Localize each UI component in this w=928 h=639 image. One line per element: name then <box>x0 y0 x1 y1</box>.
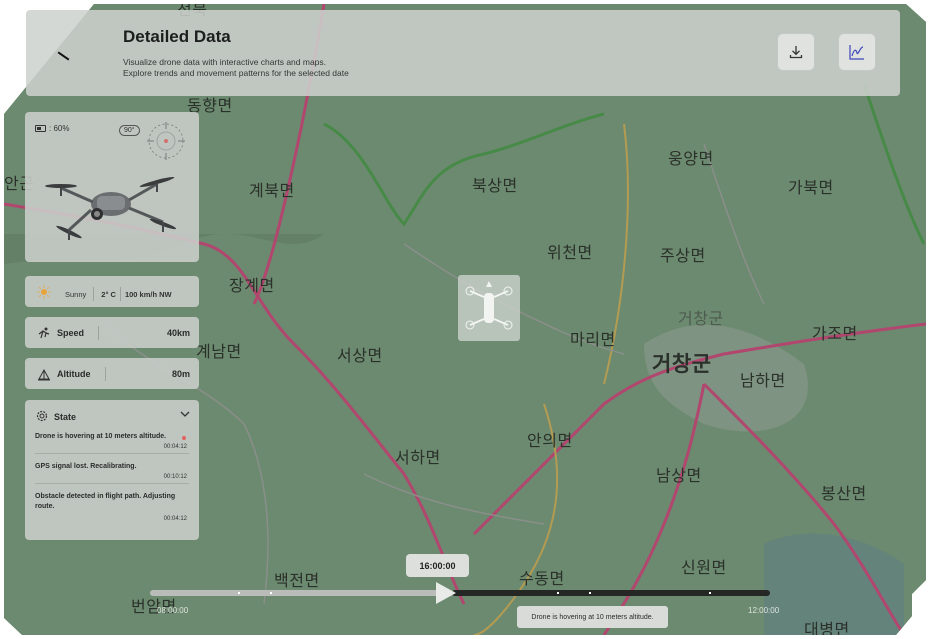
sun-icon <box>37 285 51 299</box>
map-label: 안의면 <box>527 431 573 450</box>
map-label: 대병면 <box>804 620 850 635</box>
map-label: 주상면 <box>660 246 706 265</box>
map-label: 봉산면 <box>821 484 867 503</box>
speed-value: 40km <box>166 327 190 338</box>
map-label: 북상면 <box>472 176 518 195</box>
page-title: Detailed Data <box>123 27 231 46</box>
state-message-time: 00:04:12 <box>163 516 187 522</box>
map-label: 거창군 <box>652 352 712 376</box>
map-label: 수동면 <box>519 569 565 588</box>
altitude-label: Altitude <box>57 368 91 379</box>
page-subtitle: Visualize drone data with interactive ch… <box>123 57 349 79</box>
map-label: 가북면 <box>788 178 834 197</box>
map-label: 남상면 <box>656 466 702 485</box>
map-label: 백전면 <box>274 571 320 590</box>
divider <box>98 325 100 340</box>
state-message-text: GPS signal lost. Recalibrating. <box>35 463 137 470</box>
map-label: 웅양면 <box>668 149 714 168</box>
battery-level: : 60% <box>49 124 70 133</box>
speed-label: Speed <box>57 327 85 338</box>
gear-icon <box>36 410 48 422</box>
weather-details: Sunny 2° C 100 km/h NW <box>65 287 172 301</box>
speed-card: Speed 40km <box>25 317 199 348</box>
map-label: 남하면 <box>740 371 786 390</box>
state-message-text: Obstacle detected in flight path. Adjust… <box>35 493 176 510</box>
timeline-end-time: 12:00:00 <box>748 606 780 615</box>
state-title: State <box>54 412 77 422</box>
altitude-card: Altitude 80m <box>25 358 199 389</box>
timeline-event-marker[interactable] <box>589 592 591 594</box>
timeline-track-remaining[interactable] <box>452 590 770 596</box>
divider <box>35 453 189 454</box>
download-button[interactable] <box>777 33 815 71</box>
weather-card: Sunny 2° C 100 km/h NW <box>25 276 199 307</box>
state-message-time: 00:10:12 <box>163 474 187 480</box>
map-label: 가조면 <box>812 324 858 343</box>
heading-badge: 90° <box>119 125 140 136</box>
drone-top-icon <box>465 281 513 330</box>
timeline-event-marker[interactable] <box>270 592 272 594</box>
altitude-icon <box>38 368 50 381</box>
timeline-event-marker[interactable] <box>238 592 240 594</box>
divider <box>119 287 121 301</box>
download-icon <box>789 46 803 59</box>
altitude-value: 80m <box>171 368 190 379</box>
state-message-time: 00:04:12 <box>163 444 187 450</box>
header-panel: Detailed Data Visualize drone data with … <box>26 10 900 96</box>
divider <box>93 287 95 301</box>
map-label: 장계면 <box>229 276 275 295</box>
compass-icon <box>147 122 185 160</box>
chart-view-button[interactable] <box>838 33 876 71</box>
map-label: 거창군 <box>678 309 724 328</box>
battery-indicator: : 60% <box>35 124 69 133</box>
battery-icon <box>35 125 46 132</box>
timeline-event-marker[interactable] <box>709 592 711 594</box>
timeline-current-time: 16:00:00 <box>406 554 469 577</box>
timeline-event-marker[interactable] <box>557 592 559 594</box>
chevron-down-icon[interactable] <box>180 410 190 418</box>
map-label: 위천면 <box>547 243 593 262</box>
state-message-text: Drone is hovering at 10 meters altitude. <box>35 433 167 440</box>
map-label: 계북면 <box>249 181 295 200</box>
state-message: GPS signal lost. Recalibrating. 00:10:12 <box>35 462 189 484</box>
map-label: 마리면 <box>570 330 616 349</box>
divider <box>35 483 189 484</box>
subtitle-line: Explore trends and movement patterns for… <box>123 68 349 78</box>
line-chart-icon <box>849 45 864 60</box>
state-message: Obstacle detected in flight path. Adjust… <box>35 492 189 524</box>
map-label: 신원면 <box>681 558 727 577</box>
map-label: 서하면 <box>395 448 441 467</box>
subtitle-line: Visualize drone data with interactive ch… <box>123 57 327 67</box>
state-message: Drone is hovering at 10 meters altitude.… <box>35 432 189 454</box>
divider <box>104 366 106 381</box>
alert-dot <box>182 436 186 440</box>
wind: 100 km/h NW <box>124 289 172 299</box>
speed-icon <box>38 327 50 339</box>
map-label: 서상면 <box>337 346 383 365</box>
timeline-start-time: 08:00:00 <box>157 606 189 615</box>
drone-map-marker[interactable] <box>458 275 520 341</box>
state-card: State Drone is hovering at 10 meters alt… <box>25 400 199 540</box>
play-icon[interactable] <box>436 582 456 604</box>
map-label: 계남면 <box>196 342 242 361</box>
timeline-track-played[interactable] <box>150 590 440 596</box>
drone-card: : 60% 90° <box>25 112 199 262</box>
timeline-tooltip: Drone is hovering at 10 meters altitude. <box>517 606 668 628</box>
weather-condition: Sunny <box>65 289 87 299</box>
drone-image <box>45 176 177 240</box>
temperature: 2° C <box>101 289 116 299</box>
